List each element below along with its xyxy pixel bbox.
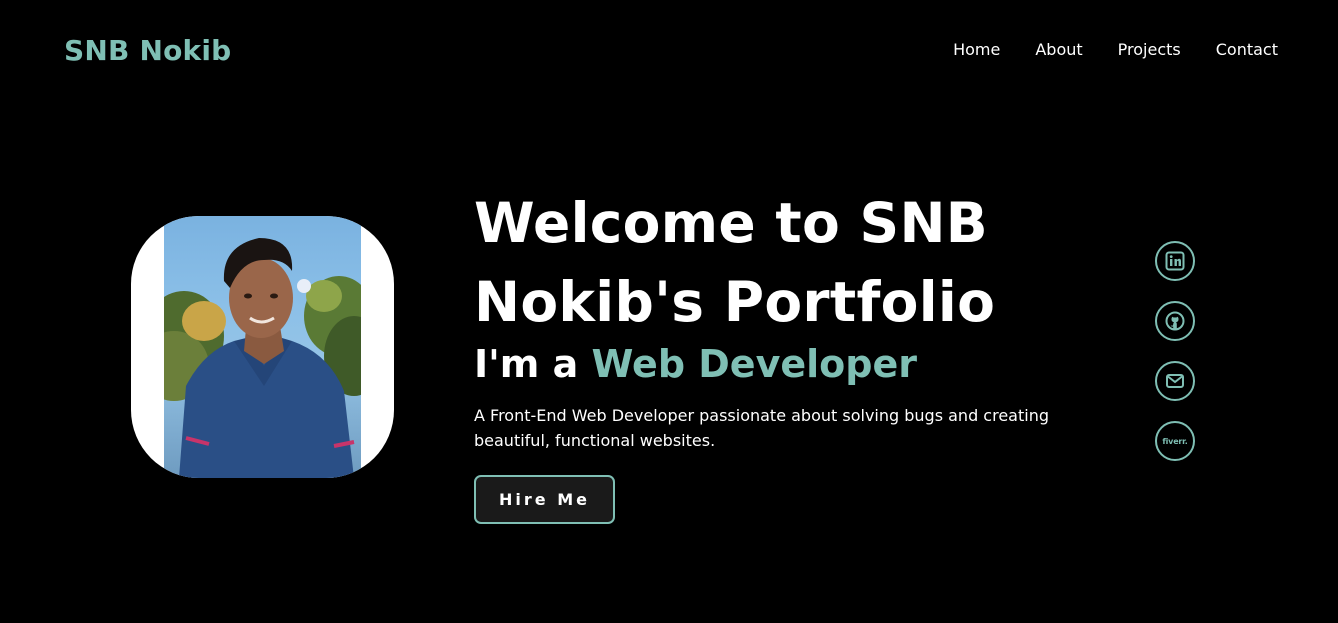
social-links: fiverr. bbox=[1155, 241, 1195, 461]
github-icon bbox=[1165, 311, 1185, 331]
site-logo[interactable]: SNB Nokib bbox=[64, 33, 231, 69]
main-nav: Home About Projects Contact bbox=[953, 39, 1278, 61]
nav-home[interactable]: Home bbox=[953, 39, 1000, 61]
mail-icon bbox=[1166, 374, 1184, 388]
profile-photo-frame bbox=[131, 216, 394, 478]
hire-me-button[interactable]: Hire Me bbox=[474, 475, 615, 524]
email-link[interactable] bbox=[1155, 361, 1195, 401]
fiverr-link[interactable]: fiverr. bbox=[1155, 421, 1195, 461]
hero-description: A Front-End Web Developer passionate abo… bbox=[474, 406, 1049, 450]
profile-photo bbox=[164, 216, 361, 478]
linkedin-icon bbox=[1165, 251, 1185, 271]
linkedin-link[interactable] bbox=[1155, 241, 1195, 281]
fiverr-icon: fiverr. bbox=[1162, 436, 1188, 446]
github-link[interactable] bbox=[1155, 301, 1195, 341]
nav-contact[interactable]: Contact bbox=[1216, 39, 1278, 61]
nav-about[interactable]: About bbox=[1035, 39, 1082, 61]
nav-projects[interactable]: Projects bbox=[1118, 39, 1181, 61]
hero-subtitle-role: Web Developer bbox=[591, 342, 917, 386]
hero-section: Welcome to SNB Nokib's Portfolio I'm a W… bbox=[474, 184, 1114, 524]
portfolio-page: SNB Nokib Home About Projects Contact We… bbox=[0, 0, 1338, 623]
hero-subtitle-prefix: I'm a bbox=[474, 342, 592, 386]
hero-title: Welcome to SNB Nokib's Portfolio bbox=[474, 191, 996, 334]
hero-subtitle: I'm a Web Developer bbox=[474, 338, 1114, 390]
